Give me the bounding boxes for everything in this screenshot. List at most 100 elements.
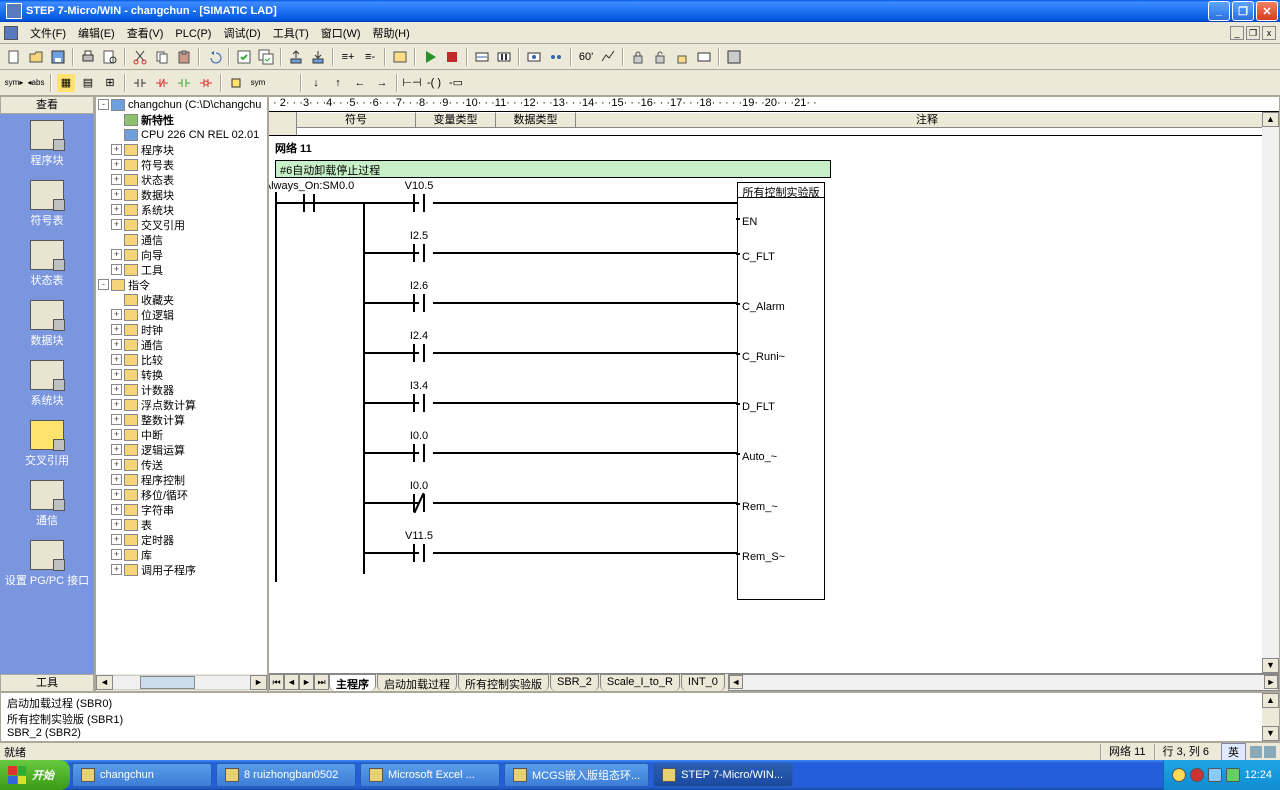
abs-addr-button[interactable]: ◂abs [26, 73, 46, 93]
tree-expand-icon[interactable]: + [111, 159, 122, 170]
editor-tab[interactable]: Scale_I_to_R [600, 674, 680, 691]
tree-node[interactable]: 新特性 [96, 112, 267, 127]
run-button[interactable] [420, 47, 440, 67]
tray-icon[interactable] [1226, 768, 1240, 782]
tree-node[interactable]: +调用子程序 [96, 562, 267, 577]
bookmarks-button[interactable]: ▤ [78, 73, 98, 93]
taskbar-item[interactable]: MCGS嵌入版组态环... [504, 763, 649, 787]
symbol-addr-button[interactable]: sym▸ [4, 73, 24, 93]
contact-label[interactable]: I2.4 [410, 330, 428, 342]
tree-expand-icon[interactable]: + [111, 174, 122, 185]
stop-button[interactable] [442, 47, 462, 67]
tree-expand-icon[interactable]: + [111, 474, 122, 485]
status-chart-button[interactable]: 60' [576, 47, 596, 67]
editor-vscrollbar[interactable]: ▲ ▼ [1262, 112, 1279, 673]
tree-expand-icon[interactable]: + [111, 384, 122, 395]
insert-network-button[interactable]: ≡+ [338, 47, 358, 67]
tree-expand-icon[interactable]: + [111, 414, 122, 425]
tree-expand-icon[interactable]: + [111, 564, 122, 575]
upload-button[interactable] [286, 47, 306, 67]
tree-node[interactable]: +程序控制 [96, 472, 267, 487]
start-button[interactable]: 开始 [0, 760, 70, 790]
tree-expand-icon[interactable]: + [111, 489, 122, 500]
line-left-button[interactable]: ← [350, 73, 370, 93]
tree-expand-icon[interactable]: + [111, 519, 122, 530]
tree-node[interactable]: +计数器 [96, 382, 267, 397]
tree-node[interactable]: +工具 [96, 262, 267, 277]
tree-expand-icon[interactable]: + [111, 459, 122, 470]
trend-button[interactable] [598, 47, 618, 67]
col-vartype[interactable]: 变量类型 [416, 112, 496, 128]
tab-prev-button[interactable]: ◄ [284, 674, 299, 690]
editor-tab[interactable]: INT_0 [681, 674, 725, 691]
taskbar-item[interactable]: Microsoft Excel ... [360, 763, 500, 787]
editor-hscrollbar[interactable]: ◄ ► [728, 674, 1279, 691]
taskbar-item[interactable]: 8 ruizhongban0502 [216, 763, 356, 787]
nav-item[interactable]: 数据块 [0, 294, 94, 354]
insert-box-button[interactable]: -▭ [446, 73, 466, 93]
contact-label[interactable]: V11.5 [405, 530, 433, 542]
tree-expand-icon[interactable]: + [111, 369, 122, 380]
tab-next-button[interactable]: ► [299, 674, 314, 690]
tree-node[interactable]: -指令 [96, 277, 267, 292]
line-down-button[interactable]: ↓ [306, 73, 326, 93]
network-comment[interactable]: #6自动卸载停止过程 [275, 160, 831, 178]
tree-expand-icon[interactable]: + [111, 249, 122, 260]
tree-node[interactable]: 收藏夹 [96, 292, 267, 307]
tree-node[interactable]: +字符串 [96, 502, 267, 517]
nav-item[interactable]: 符号表 [0, 174, 94, 234]
pause-status-button[interactable] [494, 47, 514, 67]
tree-node[interactable]: +系统块 [96, 202, 267, 217]
tree-node[interactable]: +交叉引用 [96, 217, 267, 232]
tree-node[interactable]: 通信 [96, 232, 267, 247]
ladder-contact[interactable]: I2.5 [405, 240, 433, 264]
contact-pos-button[interactable] [174, 73, 194, 93]
editor-tab[interactable]: 主程序 [329, 674, 376, 691]
unforce-button[interactable] [694, 47, 714, 67]
force-button[interactable] [672, 47, 692, 67]
print-preview-button[interactable] [100, 47, 120, 67]
col-comment[interactable]: 注释 [576, 112, 1279, 128]
contact-label[interactable]: I0.0 [410, 480, 428, 492]
nav-item[interactable]: 系统块 [0, 354, 94, 414]
tray-icon[interactable] [1208, 768, 1222, 782]
tree-node[interactable]: +整数计算 [96, 412, 267, 427]
col-symbol[interactable]: 符号 [297, 112, 416, 128]
tree-node[interactable]: +逻辑运算 [96, 442, 267, 457]
network-area[interactable]: 网络 11 #6自动卸载停止过程 Always_On:SM0.0 V10.5 所… [269, 136, 1279, 691]
grid-button[interactable]: ⊞ [100, 73, 120, 93]
contact-label[interactable]: I2.5 [410, 230, 428, 242]
tab-first-button[interactable]: ⏮ [269, 674, 284, 690]
tree-expand-icon[interactable]: + [111, 309, 122, 320]
tree-node[interactable]: +符号表 [96, 157, 267, 172]
tree-expand-icon[interactable]: + [111, 264, 122, 275]
new-button[interactable] [4, 47, 24, 67]
toggle-poe-button[interactable] [390, 47, 410, 67]
contact-label[interactable]: I2.6 [410, 280, 428, 292]
hscroll-left-button[interactable]: ◄ [729, 675, 743, 689]
tree-node[interactable]: +向导 [96, 247, 267, 262]
menu-item[interactable]: 调试(D) [217, 26, 266, 42]
contact-nc-button[interactable] [152, 73, 172, 93]
undo-button[interactable] [204, 47, 224, 67]
ladder-editor[interactable]: · 2· · ·3· · ·4· · ·5· · ·6· · ·7· · ·8·… [268, 96, 1280, 692]
tree-root[interactable]: changchun (C:\D\changchu [128, 99, 261, 111]
mdi-minimize-button[interactable]: _ [1230, 26, 1244, 40]
menu-item[interactable]: 编辑(E) [72, 26, 121, 42]
ladder-contact[interactable]: I0.0 [405, 440, 433, 464]
taskbar-item[interactable]: changchun [72, 763, 212, 787]
contact-label[interactable]: I3.4 [410, 380, 428, 392]
coil-button[interactable] [226, 73, 246, 93]
tree-node[interactable]: +库 [96, 547, 267, 562]
scroll-up-button[interactable]: ▲ [1262, 112, 1279, 127]
tray-icon[interactable] [1172, 768, 1186, 782]
menu-item[interactable]: 工具(T) [267, 26, 315, 42]
tree-expand-icon[interactable]: + [111, 204, 122, 215]
multi-read-button[interactable] [546, 47, 566, 67]
tree-node[interactable]: +比较 [96, 352, 267, 367]
col-datatype[interactable]: 数据类型 [496, 112, 576, 128]
editor-tab[interactable]: SBR_2 [550, 674, 599, 691]
tab-last-button[interactable]: ⏭ [314, 674, 329, 690]
mdi-restore-button[interactable]: ❐ [1246, 26, 1260, 40]
user-icon[interactable] [1264, 746, 1276, 758]
